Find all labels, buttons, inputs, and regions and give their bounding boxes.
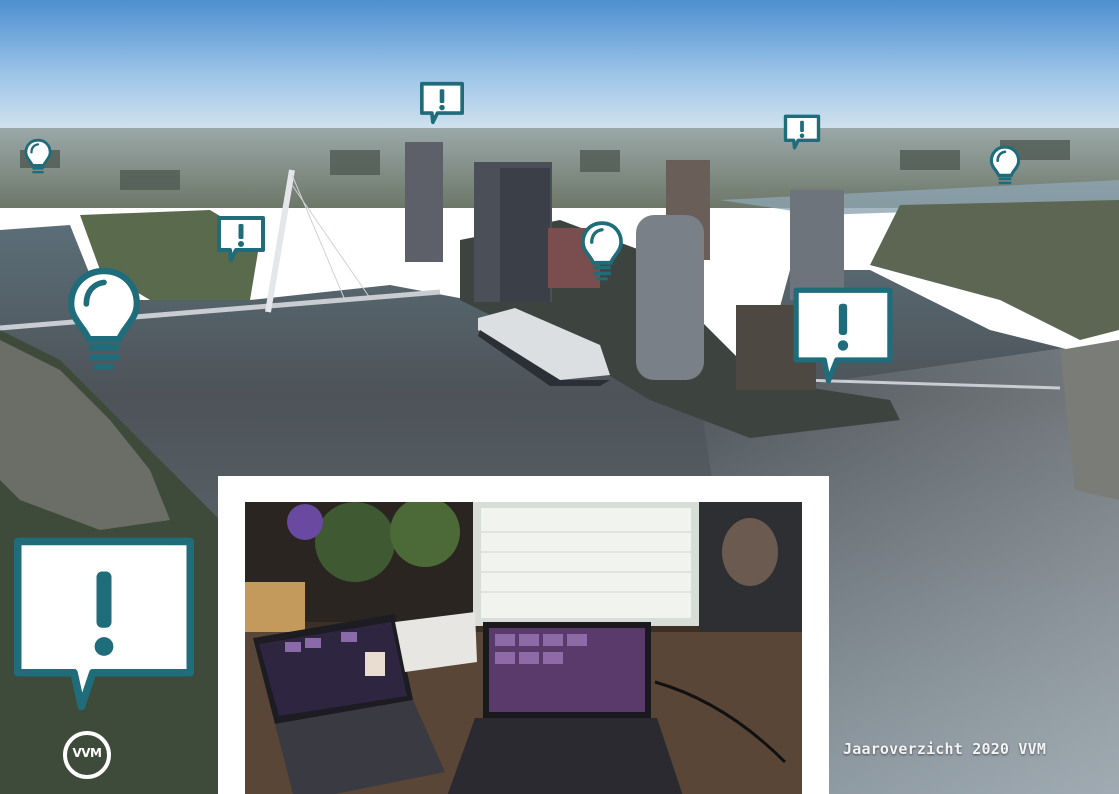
lightbulb-icon xyxy=(24,138,52,174)
home-office-photo xyxy=(245,502,802,794)
lightbulb-icon xyxy=(581,221,623,281)
inset-photo-frame xyxy=(218,476,829,794)
aerial-city-photo: VVM Jaaroverzicht 2020 VVM xyxy=(0,0,1119,794)
vvm-logo-text: VVM xyxy=(72,746,102,760)
exclamation-speech-bubble-icon xyxy=(217,216,265,262)
sky xyxy=(0,0,1119,135)
lightbulb-icon xyxy=(989,145,1021,185)
vvm-logo: VVM xyxy=(61,729,113,781)
exclamation-speech-bubble-icon xyxy=(13,537,194,711)
exclamation-speech-bubble-icon xyxy=(783,114,821,150)
report-caption: Jaaroverzicht 2020 VVM xyxy=(843,740,1047,758)
exclamation-speech-bubble-icon xyxy=(793,287,893,384)
exclamation-speech-bubble-icon xyxy=(420,81,464,125)
lightbulb-icon xyxy=(68,267,140,370)
home-office-illustration xyxy=(245,502,802,794)
